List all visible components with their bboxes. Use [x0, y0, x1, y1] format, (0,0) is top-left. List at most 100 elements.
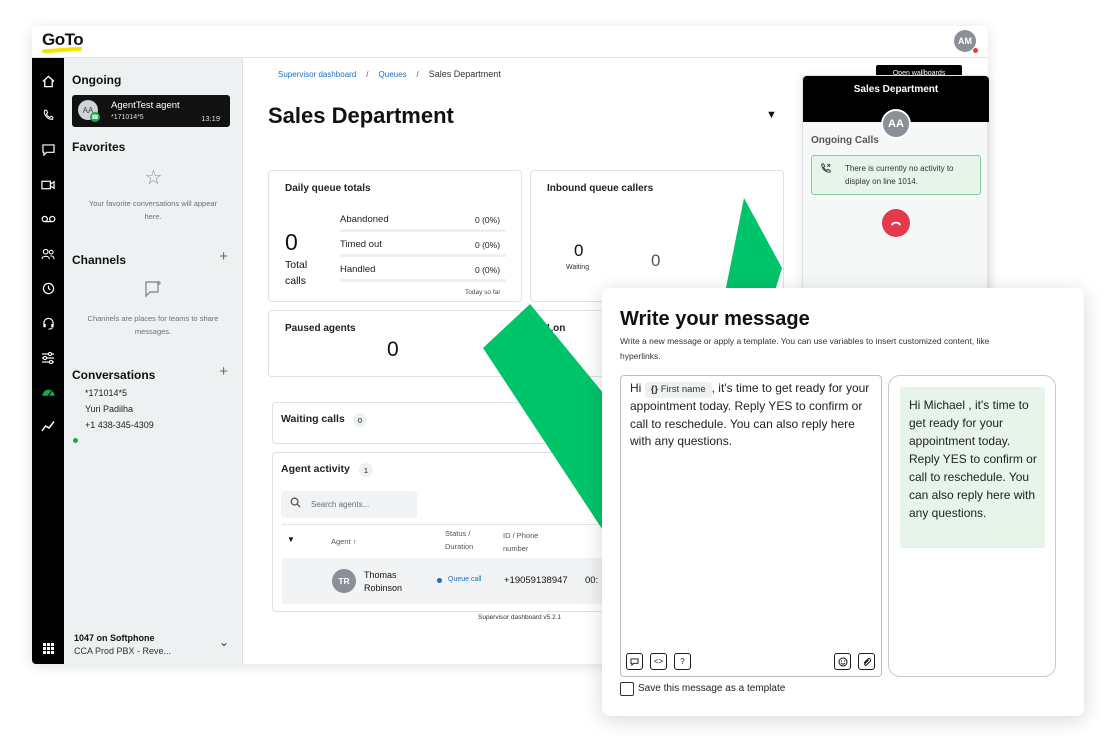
top-bar: GoTo AM [32, 26, 988, 58]
favorites-empty-text: Your favorite conversations will appear … [88, 199, 218, 221]
abandoned-label: Abandoned [340, 214, 389, 225]
variable-braces-icon: {} [650, 384, 659, 395]
headset-icon[interactable] [32, 311, 64, 335]
waiting-calls-count: 0 [353, 413, 367, 427]
search-placeholder: Search agents... [311, 500, 370, 509]
caret-down-icon[interactable]: ▼ [766, 109, 777, 121]
apps-grid-icon[interactable] [32, 636, 64, 660]
status-dot [437, 578, 442, 583]
star-icon: ☆ [144, 167, 163, 189]
card-title: Daily queue totals [285, 183, 371, 194]
channels-heading: Channels [72, 253, 127, 267]
add-channel-button[interactable]: + [219, 248, 228, 265]
history-icon[interactable] [32, 276, 64, 300]
total-calls-label: Total calls [285, 259, 308, 287]
analytics-icon[interactable] [32, 414, 64, 438]
page-title: Sales Department [268, 103, 454, 128]
waiting-label: Waiting [566, 264, 590, 271]
online-status-dot [73, 438, 78, 443]
abandoned-value: 0 (0%) [475, 215, 501, 225]
attach-button[interactable] [858, 653, 875, 670]
ongoing-call-card[interactable]: AA ☎ AgentTest agent *171014*5 13:19 [72, 95, 230, 127]
conversation-item[interactable]: *171014*5 [85, 388, 127, 398]
column-agent[interactable]: Agent ↑ [331, 535, 356, 548]
greeting-text: Hi [630, 381, 642, 395]
breadcrumb-separator: / [366, 70, 369, 79]
variable-name: First name [660, 384, 706, 395]
user-status-dot [972, 47, 979, 54]
card-title: Inbound queue callers [547, 183, 654, 194]
breadcrumb-separator: / [416, 70, 419, 79]
expand-caret-icon[interactable]: ▼ [287, 535, 295, 544]
call-active-icon: ☎ [90, 112, 100, 122]
handled-bar [340, 279, 506, 282]
agent-name: Thomas Robinson [364, 570, 403, 593]
timed-out-value: 0 (0%) [475, 240, 501, 250]
template-button[interactable] [626, 653, 643, 670]
secondary-value: 0 [651, 251, 661, 270]
table-header-divider [282, 524, 642, 525]
inbound-queue-callers-card: Inbound queue callers 0 Waiting 0 [530, 170, 784, 302]
message-text[interactable]: Hi {} First name, it's time to get ready… [630, 380, 870, 451]
icon-rail [32, 58, 64, 664]
code-button[interactable]: <> [650, 653, 667, 670]
abandoned-bar [340, 229, 506, 232]
preview-text: Hi Michael , it's time to get ready for … [909, 398, 1037, 520]
no-activity-text: There is currently no activity to displa… [845, 164, 954, 186]
panel-title: Sales Department [853, 84, 939, 95]
breadcrumb: Supervisor dashboard / Queues / Sales Depart… [278, 69, 501, 79]
breadcrumb-queues[interactable]: Queues [379, 70, 407, 79]
version-text: Supervisor dashboard v5.2.1 [478, 614, 562, 621]
variable-chip[interactable]: {} First name [644, 382, 712, 398]
breadcrumb-current: Sales Department [428, 69, 501, 79]
column-status[interactable]: Status / Duration [445, 527, 495, 553]
contacts-icon[interactable] [32, 242, 64, 266]
agent-status: Queue call [448, 576, 482, 583]
save-template-checkbox[interactable] [620, 682, 634, 696]
sliders-icon[interactable] [32, 346, 64, 370]
queue-side-panel: Sales Department AA Ongoing Calls There … [802, 75, 989, 290]
conversation-item[interactable]: +1 438-345-4309 [85, 420, 154, 430]
home-icon[interactable] [32, 69, 64, 93]
dashboard-icon[interactable] [32, 380, 64, 404]
ongoing-heading: Ongoing [72, 73, 122, 87]
add-conversation-button[interactable]: + [219, 363, 228, 380]
write-message-dialog: Write your message Write a new message o… [602, 288, 1084, 716]
help-button[interactable]: ? [674, 653, 691, 670]
agent-duration: 00: [585, 575, 599, 586]
chevron-down-icon[interactable]: ⌄ [219, 635, 229, 649]
table-row[interactable]: TR Thomas Robinson Queue call +190591389… [282, 558, 642, 604]
favorites-heading: Favorites [72, 140, 126, 154]
softphone-title[interactable]: 1047 on Softphone [74, 633, 155, 643]
column-id-phone[interactable]: ID / Phone number [503, 529, 559, 555]
agent-activity-title: Agent activity [281, 463, 350, 475]
message-editor[interactable]: Hi {} First name, it's time to get ready… [620, 375, 882, 677]
sort-arrow-icon: ↑ [352, 537, 357, 546]
ongoing-caller-name: AgentTest agent [111, 100, 180, 111]
timed-out-label: Timed out [340, 239, 382, 250]
no-activity-notice: There is currently no activity to displa… [811, 155, 981, 195]
dialog-description: Write a new message or apply a template.… [620, 336, 990, 361]
breadcrumb-supervisor-dashboard[interactable]: Supervisor dashboard [278, 70, 356, 79]
card-title: Paused agents [285, 323, 356, 334]
today-so-far-note: Today so far [465, 289, 501, 296]
emoji-button[interactable] [834, 653, 851, 670]
message-preview: Hi Michael , it's time to get ready for … [888, 375, 1056, 677]
agent-phone: +19059138947 [504, 575, 568, 586]
conversation-item[interactable]: Yuri Padilha [85, 404, 133, 414]
daily-queue-totals-card: Daily queue totals 0 Total calls Abandon… [268, 170, 522, 302]
handled-value: 0 (0%) [475, 265, 501, 275]
phone-icon[interactable] [32, 103, 64, 127]
hang-up-button[interactable] [882, 209, 910, 237]
search-icon [290, 497, 301, 511]
chat-icon[interactable] [32, 138, 64, 162]
video-icon[interactable] [32, 173, 64, 197]
conversations-heading: Conversations [72, 368, 156, 382]
sidebar: Ongoing AA ☎ AgentTest agent *171014*5 1… [64, 58, 243, 664]
voicemail-icon[interactable] [32, 207, 64, 231]
save-template-label[interactable]: Save this message as a template [638, 683, 785, 694]
waiting-calls-title: Waiting calls [281, 413, 345, 425]
total-calls-value: 0 [285, 229, 298, 255]
agent-search-input[interactable]: Search agents... [281, 491, 417, 518]
agent-activity-count: 1 [359, 463, 373, 477]
